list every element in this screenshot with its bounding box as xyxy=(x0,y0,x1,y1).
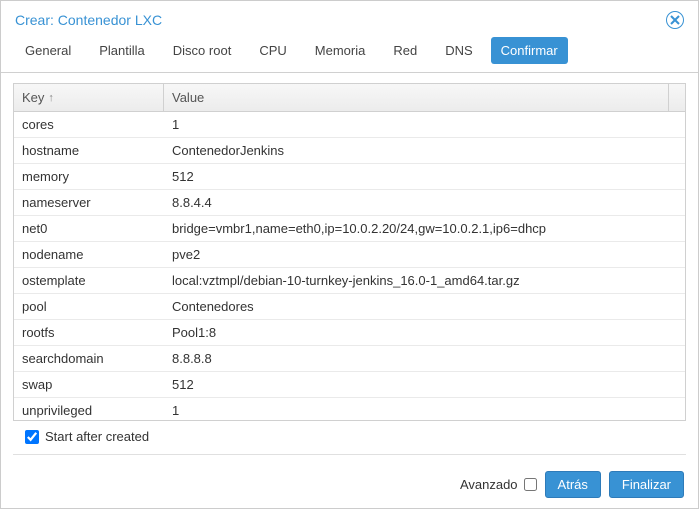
table-row[interactable]: nameserver8.8.4.4 xyxy=(14,190,685,216)
column-header-key[interactable]: Key ↑ xyxy=(14,84,164,111)
cell-value: bridge=vmbr1,name=eth0,ip=10.0.2.20/24,g… xyxy=(164,216,685,241)
tab-general[interactable]: General xyxy=(15,37,81,64)
table-row[interactable]: swap512 xyxy=(14,372,685,398)
column-header-value-label: Value xyxy=(172,90,204,105)
grid-header: Key ↑ Value xyxy=(14,84,685,112)
advanced-checkbox[interactable] xyxy=(524,478,537,491)
table-row[interactable]: cores1 xyxy=(14,112,685,138)
column-header-key-label: Key xyxy=(22,90,44,105)
tab-confirmar[interactable]: Confirmar xyxy=(491,37,568,64)
cell-value: 512 xyxy=(164,372,685,397)
cell-value: local:vztmpl/debian-10-turnkey-jenkins_1… xyxy=(164,268,685,293)
create-lxc-dialog: Crear: Contenedor LXC General Plantilla Di… xyxy=(0,0,699,509)
cell-key: unprivileged xyxy=(14,398,164,420)
summary-grid: Key ↑ Value cores1hostnameContenedorJenk… xyxy=(13,83,686,421)
close-icon xyxy=(670,15,680,25)
cell-key: cores xyxy=(14,112,164,137)
cell-key: nodename xyxy=(14,242,164,267)
cell-value: 1 xyxy=(164,112,685,137)
cell-value: Contenedores xyxy=(164,294,685,319)
tab-cpu[interactable]: CPU xyxy=(249,37,296,64)
table-row[interactable]: hostnameContenedorJenkins xyxy=(14,138,685,164)
tab-memoria[interactable]: Memoria xyxy=(305,37,376,64)
start-after-created-checkbox[interactable] xyxy=(25,430,39,444)
grid-body[interactable]: cores1hostnameContenedorJenkinsmemory512… xyxy=(14,112,685,420)
cell-key: hostname xyxy=(14,138,164,163)
dialog-footer: Avanzado Atrás Finalizar xyxy=(1,461,698,508)
table-row[interactable]: ostemplatelocal:vztmpl/debian-10-turnkey… xyxy=(14,268,685,294)
cell-key: net0 xyxy=(14,216,164,241)
cell-value: pve2 xyxy=(164,242,685,267)
cell-key: rootfs xyxy=(14,320,164,345)
finish-button[interactable]: Finalizar xyxy=(609,471,684,498)
table-row[interactable]: poolContenedores xyxy=(14,294,685,320)
table-row[interactable]: searchdomain8.8.8.8 xyxy=(14,346,685,372)
cell-value: 512 xyxy=(164,164,685,189)
table-row[interactable]: unprivileged1 xyxy=(14,398,685,420)
tab-plantilla[interactable]: Plantilla xyxy=(89,37,155,64)
table-row[interactable]: memory512 xyxy=(14,164,685,190)
column-header-value[interactable]: Value xyxy=(164,84,669,111)
table-row[interactable]: net0bridge=vmbr1,name=eth0,ip=10.0.2.20/… xyxy=(14,216,685,242)
cell-value: 8.8.4.4 xyxy=(164,190,685,215)
cell-value: 8.8.8.8 xyxy=(164,346,685,371)
advanced-toggle[interactable]: Avanzado xyxy=(460,477,537,492)
back-button[interactable]: Atrás xyxy=(545,471,601,498)
tab-dns[interactable]: DNS xyxy=(435,37,482,64)
titlebar: Crear: Contenedor LXC xyxy=(1,1,698,37)
cell-key: nameserver xyxy=(14,190,164,215)
sort-asc-icon: ↑ xyxy=(48,92,54,104)
close-button[interactable] xyxy=(666,11,684,29)
dialog-title: Crear: Contenedor LXC xyxy=(15,12,666,28)
cell-key: ostemplate xyxy=(14,268,164,293)
start-after-created-row: Start after created xyxy=(13,421,686,455)
advanced-label: Avanzado xyxy=(460,477,518,492)
cell-value: ContenedorJenkins xyxy=(164,138,685,163)
tab-disco-root[interactable]: Disco root xyxy=(163,37,242,64)
cell-value: Pool1:8 xyxy=(164,320,685,345)
start-after-created-label[interactable]: Start after created xyxy=(45,429,149,444)
content-area: Key ↑ Value cores1hostnameContenedorJenk… xyxy=(1,73,698,461)
tab-red[interactable]: Red xyxy=(383,37,427,64)
cell-value: 1 xyxy=(164,398,685,420)
table-row[interactable]: nodenamepve2 xyxy=(14,242,685,268)
tab-bar: General Plantilla Disco root CPU Memoria Red D… xyxy=(1,37,698,73)
cell-key: swap xyxy=(14,372,164,397)
cell-key: memory xyxy=(14,164,164,189)
cell-key: searchdomain xyxy=(14,346,164,371)
cell-key: pool xyxy=(14,294,164,319)
column-header-spacer xyxy=(669,84,685,111)
table-row[interactable]: rootfsPool1:8 xyxy=(14,320,685,346)
